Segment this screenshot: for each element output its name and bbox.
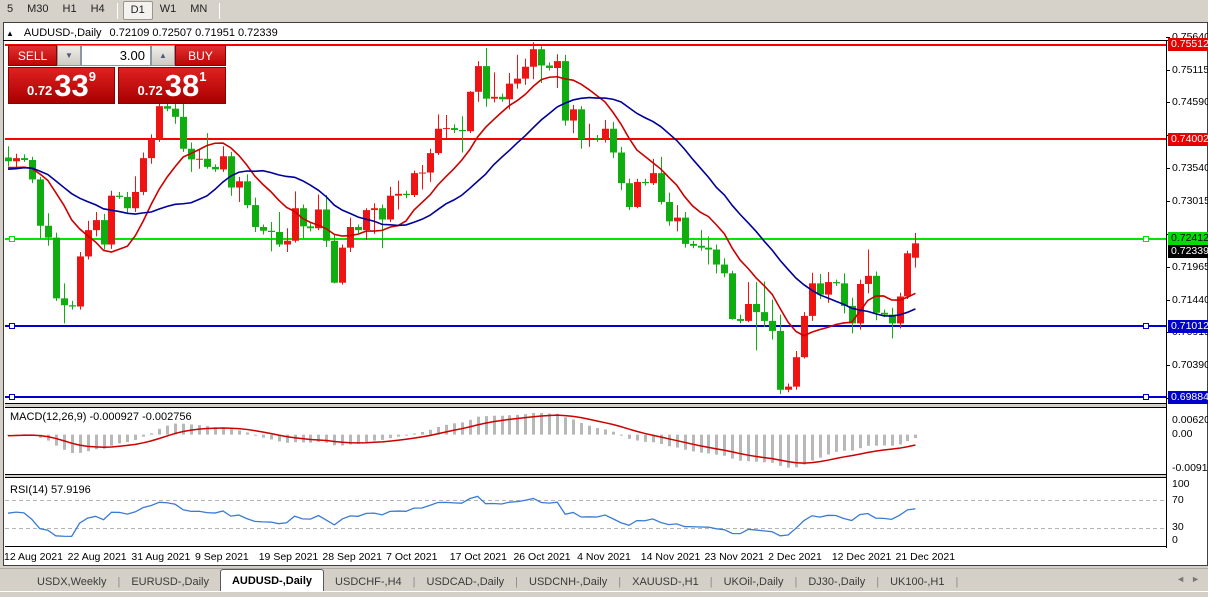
- price-tick-label: 0.71440: [1172, 294, 1208, 306]
- chart-ohlc-values: 0.72109 0.72507 0.71951 0.72339: [109, 27, 278, 39]
- timeframe-button-w1[interactable]: W1: [153, 1, 184, 20]
- date-tick-label: 23 Nov 2021: [704, 551, 765, 563]
- rsi-indicator-label: RSI(14) 57.9196: [10, 484, 91, 496]
- chart-tab-ukoil[interactable]: UKOil-,Daily: [713, 572, 795, 591]
- volume-increase-button[interactable]: ▲: [151, 45, 175, 66]
- tab-scroll-arrows: ◄ ►: [1176, 574, 1200, 584]
- tab-scroll-left-icon[interactable]: ◄: [1176, 574, 1185, 584]
- toolbar-separator: [116, 2, 118, 19]
- timeframe-button-mn[interactable]: MN: [183, 1, 214, 20]
- rsi-axis-label: 100: [1172, 478, 1190, 490]
- date-tick-label: 22 Aug 2021: [67, 551, 127, 563]
- timeframe-button-h4[interactable]: H4: [84, 1, 112, 20]
- buy-price-pip: 1: [199, 69, 207, 84]
- price-level-badge: 0.72412: [1168, 232, 1208, 245]
- price-tick-mark: [1166, 102, 1170, 103]
- price-tick-mark: [1166, 300, 1170, 301]
- timeframe-button-h1[interactable]: H1: [56, 1, 84, 20]
- chart-tab-uk100[interactable]: UK100-,H1: [879, 572, 955, 591]
- tab-separator: |: [955, 576, 959, 588]
- macd-indicator-label: MACD(12,26,9) -0.000927 -0.002756: [10, 411, 192, 423]
- date-tick-label: 9 Sep 2021: [195, 551, 249, 563]
- date-tick-label: 12 Dec 2021: [831, 551, 892, 563]
- date-tick-label: 7 Oct 2021: [386, 551, 438, 563]
- chart-tab-audusd[interactable]: AUDUSD-,Daily: [219, 569, 325, 591]
- spin-up-icon: ▲: [159, 51, 167, 60]
- date-tick-label: 14 Nov 2021: [640, 551, 701, 563]
- timeframe-button-5[interactable]: 5: [0, 1, 20, 20]
- chart-tab-bar: USDX,Weekly | EURUSD-,Daily AUDUSD-,Daily US…: [0, 568, 1208, 591]
- chart-tab-usdx[interactable]: USDX,Weekly: [26, 572, 117, 591]
- price-level-badge: 0.69884: [1168, 391, 1208, 404]
- price-level-badge: 0.75512: [1168, 38, 1208, 51]
- rsi-axis-label: 0: [1172, 534, 1178, 546]
- buy-price-prefix: 0.72: [137, 83, 163, 98]
- volume-decrease-button[interactable]: ▼: [57, 45, 81, 66]
- date-tick-label: 26 Oct 2021: [513, 551, 571, 563]
- date-tick-label: 2 Dec 2021: [768, 551, 822, 563]
- chart-tab-usdcnh[interactable]: USDCNH-,Daily: [518, 572, 618, 591]
- one-click-trade-panel: SELL ▼ 3.00 ▲ BUY 0.72 33 9 0.72 38 1: [8, 45, 226, 104]
- date-tick-label: 31 Aug 2021: [131, 551, 191, 563]
- status-bar: [0, 591, 1208, 597]
- macd-axis-label: -0.009197: [1172, 462, 1208, 474]
- price-level-badge: 0.74002: [1168, 133, 1208, 146]
- date-tick-label: 12 Aug 2021: [4, 551, 63, 563]
- chart-tab-xauusd[interactable]: XAUUSD-,H1: [621, 572, 710, 591]
- timeframe-button-d1[interactable]: D1: [122, 1, 153, 20]
- chart-collapse-icon[interactable]: ▲: [6, 29, 14, 38]
- chart-tab-usdchf[interactable]: USDCHF-,H4: [324, 572, 413, 591]
- price-tick-mark: [1166, 267, 1170, 268]
- rsi-axis-label: 70: [1172, 494, 1184, 506]
- date-tick-label: 4 Nov 2021: [577, 551, 631, 563]
- toolbar-separator: [219, 2, 221, 19]
- price-tick-label: 0.74590: [1172, 96, 1208, 108]
- trading-app-window: 5 M30 H1 H4 D1 W1 MN ▲ AUDUSD-,Daily 0.72109 0…: [0, 0, 1208, 597]
- spin-down-icon: ▼: [65, 51, 73, 60]
- price-tick-mark: [1166, 201, 1170, 202]
- price-tick-label: 0.70390: [1172, 359, 1208, 371]
- chart-tab-eurusd[interactable]: EURUSD-,Daily: [120, 572, 220, 591]
- price-tick-mark: [1166, 168, 1170, 169]
- buy-price-display[interactable]: 0.72 38 1: [118, 67, 226, 104]
- price-level-badge: 0.72339: [1168, 245, 1208, 258]
- sell-price-pip: 9: [88, 69, 97, 84]
- sell-price-big: 33: [54, 68, 89, 103]
- chart-tab-dj30[interactable]: DJ30-,Daily: [797, 572, 876, 591]
- price-tick-label: 0.71965: [1172, 261, 1208, 273]
- timeframe-button-m30[interactable]: M30: [20, 1, 55, 20]
- price-level-badge: 0.71012: [1168, 320, 1208, 333]
- chart-title-bar: ▲ AUDUSD-,Daily 0.72109 0.72507 0.71951 …: [6, 26, 278, 40]
- timeframe-toolbar: 5 M30 H1 H4 D1 W1 MN: [0, 0, 1208, 21]
- buy-button[interactable]: BUY: [175, 45, 226, 66]
- volume-input[interactable]: 3.00: [81, 45, 151, 66]
- macd-axis-label: 0.006201: [1172, 414, 1208, 426]
- price-tick-mark: [1166, 365, 1170, 366]
- date-tick-label: 28 Sep 2021: [322, 551, 382, 563]
- chart-symbol-title: AUDUSD-,Daily: [23, 27, 102, 39]
- tab-scroll-right-icon[interactable]: ►: [1191, 574, 1200, 584]
- sell-price-prefix: 0.72: [26, 83, 53, 98]
- sell-button[interactable]: SELL: [8, 45, 57, 66]
- macd-axis-label: 0.00: [1172, 428, 1193, 440]
- date-tick-label: 17 Oct 2021: [449, 551, 507, 563]
- sell-price-display[interactable]: 0.72 33 9: [8, 67, 115, 104]
- price-tick-mark: [1166, 70, 1170, 71]
- price-tick-label: 0.73540: [1172, 162, 1208, 174]
- price-tick-label: 0.73015: [1172, 195, 1208, 207]
- price-tick-label: 0.75115: [1172, 64, 1208, 76]
- date-tick-label: 19 Sep 2021: [258, 551, 319, 563]
- rsi-axis-label: 30: [1172, 521, 1184, 533]
- buy-price-big: 38: [164, 68, 200, 103]
- chart-tab-usdcad[interactable]: USDCAD-,Daily: [416, 572, 516, 591]
- date-tick-label: 21 Dec 2021: [895, 551, 956, 563]
